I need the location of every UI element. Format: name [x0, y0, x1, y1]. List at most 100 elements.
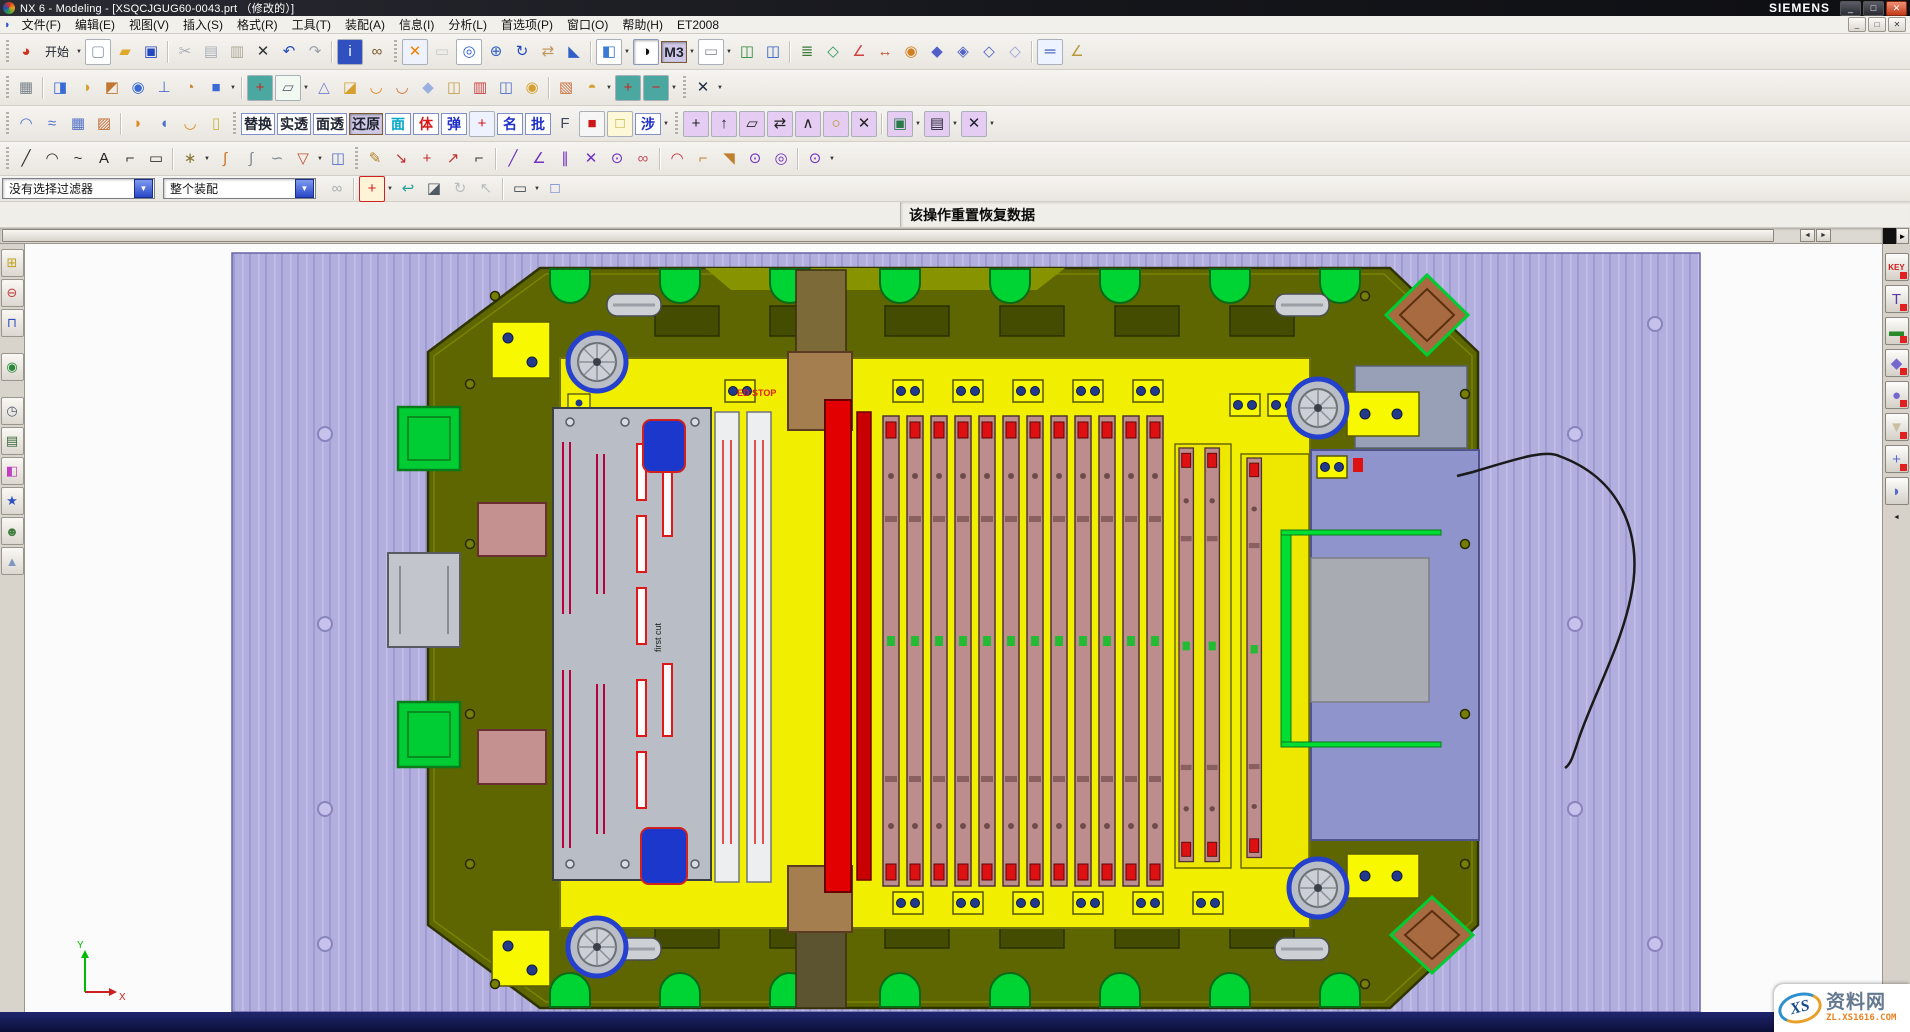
offset-surface-icon[interactable]: ▯ — [204, 112, 228, 136]
find-component-icon[interactable]: ∞ — [365, 40, 389, 64]
start-menu-button[interactable]: 开始 — [40, 41, 74, 63]
orient-view-button[interactable]: ◧ — [596, 39, 622, 65]
profile-icon[interactable]: ⌐ — [118, 147, 142, 171]
resize-blend-icon[interactable]: ∧ — [795, 111, 821, 137]
toolbar-drag-handle[interactable] — [355, 147, 358, 171]
divide-curve-icon[interactable]: ∽ — [265, 147, 289, 171]
move-face-icon[interactable]: + — [683, 111, 709, 137]
scrollbar-thumb[interactable] — [2, 229, 1774, 242]
copy-face-icon[interactable]: ▣ — [887, 111, 913, 137]
hole-series-icon[interactable]: ◉ — [520, 76, 544, 100]
measure-angle-icon[interactable]: ∠ — [1065, 40, 1089, 64]
subtract-icon[interactable]: − — [643, 75, 669, 101]
die-button-component-button[interactable]: ▬ — [1885, 317, 1909, 345]
pan-disabled-icon[interactable]: ↖ — [474, 177, 498, 201]
line-icon[interactable]: ╱ — [14, 147, 38, 171]
ruled-surface-icon[interactable]: ◠ — [14, 112, 38, 136]
circle-dashed-icon[interactable]: ◎ — [769, 147, 793, 171]
close-button[interactable]: ✕ — [1886, 1, 1907, 16]
constraint-navigator-icon[interactable]: ⊖ — [1, 279, 24, 307]
undo-icon[interactable]: ↶ — [277, 40, 301, 64]
perspective-icon[interactable]: ◣ — [562, 40, 586, 64]
edit-curve-icon[interactable]: ∫ — [213, 147, 237, 171]
orient-view-button-dropdown[interactable]: ▼ — [623, 49, 631, 55]
cross-punch-component-button[interactable]: + — [1885, 445, 1909, 473]
cross-line-icon[interactable]: ✕ — [579, 147, 603, 171]
circle-radius-icon-dropdown[interactable]: ▼ — [828, 156, 836, 162]
undo-selection-icon[interactable]: ↩ — [396, 177, 420, 201]
snap-point-button-dropdown[interactable]: ▼ — [386, 186, 394, 192]
datum-plane-icon[interactable]: ▱ — [275, 75, 301, 101]
menu-view[interactable]: 视图(V) — [122, 15, 176, 34]
wireframe-cube-icon[interactable]: □ — [543, 177, 567, 201]
punch-component-button[interactable]: T — [1885, 285, 1909, 313]
clip-section-icon[interactable]: ◫ — [735, 40, 759, 64]
replace-face-icon[interactable]: ⇄ — [767, 111, 793, 137]
snap-point-button[interactable]: + — [359, 176, 385, 202]
batch-char-button[interactable]: 批 — [525, 113, 551, 135]
graphics-viewport[interactable]: ED STOP first cut Y X — [25, 244, 1882, 1012]
die-block-component-button[interactable]: ◆ — [1885, 349, 1909, 377]
reuse-library-icon[interactable]: ◉ — [1, 353, 24, 381]
restore-button[interactable]: 还原 — [349, 113, 383, 135]
menu-information[interactable]: 信息(I) — [392, 15, 441, 34]
measure-body-icon-dropdown[interactable]: ▼ — [716, 85, 724, 91]
datum-plane-icon-dropdown[interactable]: ▼ — [302, 85, 310, 91]
split-body-icon[interactable]: ◫ — [494, 76, 518, 100]
measure-body-icon[interactable]: ✕ — [691, 76, 715, 100]
section-surface-icon[interactable]: ◖ — [152, 112, 176, 136]
trim-corner-icon[interactable]: + — [415, 147, 439, 171]
center-mark-icon[interactable]: + — [469, 111, 495, 137]
horizontal-scrollbar[interactable]: ◄ ► — [0, 228, 1882, 244]
toolbar-drag-handle[interactable] — [675, 112, 678, 136]
visualization-icon[interactable]: ◧ — [1, 457, 24, 485]
save-icon[interactable]: ▣ — [139, 40, 163, 64]
toolbar-drag-handle[interactable] — [683, 76, 686, 100]
show-icon[interactable]: ◇ — [1003, 40, 1027, 64]
menu-help[interactable]: 帮助(H) — [615, 15, 670, 34]
expand-panel-button[interactable]: ► — [1896, 228, 1909, 244]
hide-icon[interactable]: ◇ — [977, 40, 1001, 64]
emboss-icon-dropdown[interactable]: ▼ — [605, 85, 613, 91]
point-on-circle-icon[interactable]: ⊙ — [605, 147, 629, 171]
menu-edit[interactable]: 编辑(E) — [68, 15, 122, 34]
spring-char-button[interactable]: 弹 — [441, 113, 467, 135]
render-style-button[interactable]: ◑ — [633, 39, 659, 65]
hole-icon[interactable]: ◉ — [126, 76, 150, 100]
assembly-constraints-icon[interactable]: ◇ — [821, 40, 845, 64]
toolbar-drag-handle[interactable] — [6, 40, 9, 64]
minimize-button[interactable]: _ — [1840, 1, 1861, 16]
system-materials-icon[interactable]: ▤ — [1, 427, 24, 455]
sketch-line-icon[interactable]: ╱ — [501, 147, 525, 171]
sketch-csys-icon[interactable]: ∠ — [527, 147, 551, 171]
offset-curve-icon[interactable]: ◫ — [326, 147, 350, 171]
scroll-left-button[interactable]: ◄ — [1800, 229, 1815, 242]
backgrounds-icon[interactable]: ▲ — [1, 547, 24, 575]
interpart-link-icon[interactable]: ∞ — [325, 177, 349, 201]
studio-surface-icon[interactable]: ▨ — [92, 112, 116, 136]
fp-window-icon[interactable]: F — [553, 112, 577, 136]
boss-icon[interactable]: ⊥ — [152, 76, 176, 100]
emboss-icon[interactable]: ◓ — [580, 76, 604, 100]
face-char-button[interactable]: 面 — [385, 113, 411, 135]
roles-icon[interactable]: ☻ — [1, 517, 24, 545]
toolbar-drag-handle[interactable] — [394, 40, 397, 64]
pan-icon[interactable]: ⇄ — [536, 40, 560, 64]
rotate-disabled-icon[interactable]: ↻ — [448, 177, 472, 201]
subtract-icon-dropdown[interactable]: ▼ — [670, 85, 678, 91]
offset-region-icon[interactable]: ▱ — [739, 111, 765, 137]
toolbar-drag-handle[interactable] — [6, 76, 9, 100]
face-translucent-button[interactable]: 面透 — [313, 113, 347, 135]
toolbar-drag-handle[interactable] — [6, 112, 9, 136]
curve-length-icon[interactable]: ↗ — [441, 147, 465, 171]
copy-icon[interactable]: ▤ — [199, 40, 223, 64]
move-component-icon[interactable]: ↔ — [873, 40, 897, 64]
text-curve-icon[interactable]: A — [92, 147, 116, 171]
pattern-face-icon[interactable]: ▤ — [924, 111, 950, 137]
spline-icon[interactable]: ~ — [66, 147, 90, 171]
n-sided-surface-icon[interactable]: ◗ — [126, 112, 150, 136]
trim-recipe-icon[interactable]: ↘ — [389, 147, 413, 171]
replace-button[interactable]: 替换 — [241, 113, 275, 135]
corner-curve-icon[interactable]: ⌐ — [467, 147, 491, 171]
circle-center-icon[interactable]: ⊙ — [743, 147, 767, 171]
